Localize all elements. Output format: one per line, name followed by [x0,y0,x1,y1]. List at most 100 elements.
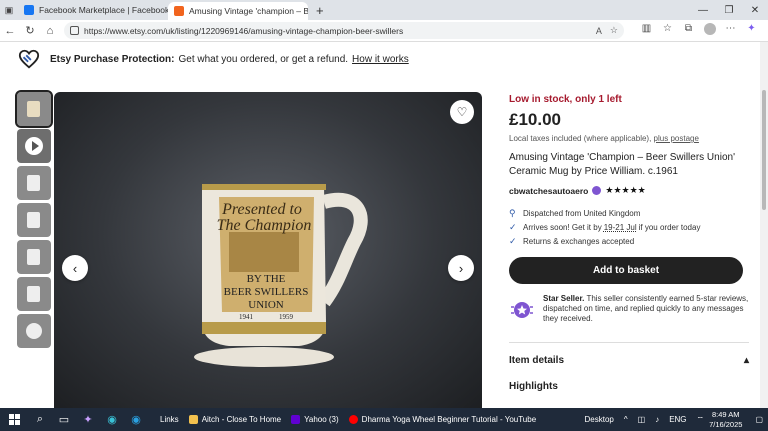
more-menu-icon[interactable]: ⋯ [720,23,741,38]
how-it-works-link[interactable]: How it works [352,54,409,65]
checkmark-icon: ✓ [509,235,517,246]
desktop-toolbar[interactable]: Desktop [585,415,614,424]
url-field[interactable]: https://www.etsy.com/uk/listing/12209691… [64,22,624,39]
thumbnail-6[interactable] [17,277,51,311]
mug-text-line5: UNION [248,299,283,311]
protection-title: Etsy Purchase Protection: [50,53,175,65]
star-seller-title: Star Seller. [543,294,585,303]
task-label: Aitch - Close To Home [201,415,282,424]
collections-icon[interactable]: ⧉ [678,23,699,38]
thumbnail-1[interactable] [15,90,53,128]
mug-year-2: 1959 [279,313,294,321]
browser-tab-bar: ▣ Facebook Marketplace | Facebook ✕ Amus… [0,0,768,20]
location-pin-icon: ⚲ [509,207,516,218]
postage-link[interactable]: plus postage [654,134,699,143]
system-tray: Desktop ^ ◫ ♪ ENG ⌔ 8:49 AM 7/16/2025 ▢ [580,410,768,430]
dispatch-row: ⚲ Dispatched from United Kingdom [509,206,749,220]
page-scrollbar[interactable] [760,42,768,408]
chevron-left-icon: ‹ [72,260,78,276]
scrollbar-thumb[interactable] [762,90,766,210]
add-to-basket-button[interactable]: Add to basket [509,257,743,284]
seller-name[interactable]: cbwatchesautoaero [509,186,588,196]
new-tab-icon[interactable]: + [308,3,332,18]
dispatch-text: Dispatched from United Kingdom [523,208,641,218]
task-label: Yahoo (3) [304,415,339,424]
minimize-icon[interactable]: — [690,5,716,16]
clock[interactable]: 8:49 AM 7/16/2025 [709,410,742,430]
address-bar: ← ↻ ⌂ https://www.etsy.com/uk/listing/12… [0,20,768,42]
heart-icon: ♡ [456,105,468,119]
arrival-date[interactable]: 19-21 Jul [604,223,637,232]
next-image-button[interactable]: › [448,255,474,281]
main-product-image: Presented to The Champion BY THE BEER SW… [54,92,482,408]
arrives-pre: Arrives soon! Get it by [523,222,602,232]
rating-stars[interactable]: ★★★★★ [605,185,645,196]
play-icon [25,137,43,155]
star-seller-info: Star Seller. This seller consistently ea… [509,294,749,324]
thumbnail-4[interactable] [17,203,51,237]
prev-image-button[interactable]: ‹ [62,255,88,281]
task-view-icon[interactable]: ▭ [52,413,76,426]
mug-year-1: 1941 [239,313,254,321]
taskbar-item-yahoo[interactable]: Yahoo (3) [291,415,339,424]
returns-text: Returns & exchanges accepted [523,236,635,246]
tab-actions-icon[interactable]: ▣ [0,5,18,16]
split-screen-icon[interactable]: ▥ [636,23,657,38]
video-thumbnail[interactable] [17,129,51,163]
star-seller-badge-icon [592,186,602,195]
tab-facebook[interactable]: Facebook Marketplace | Facebook ✕ [18,0,168,20]
start-button[interactable] [0,414,28,425]
tax-note: Local taxes included (where applicable),… [509,134,749,143]
home-icon[interactable]: ⌂ [40,25,60,37]
shipping-info: ⚲ Dispatched from United Kingdom ✓ Arriv… [509,206,749,248]
maximize-icon[interactable]: ❐ [716,5,742,16]
copilot-icon[interactable]: ✦ [741,23,762,38]
youtube-icon [348,415,358,424]
links-toolbar[interactable]: Links [160,415,179,424]
profile-avatar[interactable] [699,23,720,38]
search-icon[interactable]: ⌕ [28,413,52,426]
volume-icon[interactable]: ♪ [655,415,659,424]
seller-row: cbwatchesautoaero ★★★★★ [509,185,749,196]
refresh-icon[interactable]: ↻ [20,24,40,37]
returns-row: ✓ Returns & exchanges accepted [509,234,749,248]
mug-text-line4: BEER SWILLERS [224,286,309,298]
item-details-label: Item details [509,355,565,366]
arrives-post: if you order today [638,222,701,232]
taskbar-item-youtube[interactable]: Dharma Yoga Wheel Beginner Tutorial - Yo… [348,415,536,424]
tab-label: Amusing Vintage 'champion – Be [189,6,308,16]
facebook-favicon-icon [24,5,34,15]
read-aloud-icon[interactable]: A [596,26,602,36]
clock-date: 7/16/2025 [709,419,743,429]
favorite-star-icon[interactable]: ☆ [610,25,618,36]
back-icon[interactable]: ← [0,25,20,37]
chevron-right-icon: › [458,260,464,276]
item-details-toggle[interactable]: Item details ▴ [509,355,749,366]
network-icon[interactable]: ◫ [638,415,646,424]
close-window-icon[interactable]: ✕ [742,5,768,16]
show-hidden-icons-chevron-icon[interactable]: ^ [624,415,628,424]
star-seller-icon [511,302,533,318]
wifi-icon[interactable]: ⌔ [697,415,705,425]
listing-info: Low in stock, only 1 left £10.00 Local t… [509,94,749,392]
tab-label: Facebook Marketplace | Facebook [39,5,168,15]
taskbar-item-aitch[interactable]: Aitch - Close To Home [188,415,282,424]
copilot-taskbar-icon[interactable]: ✦ [76,413,100,426]
favorite-heart-button[interactable]: ♡ [450,100,474,124]
clock-time: 8:49 AM [711,409,740,419]
url-text: https://www.etsy.com/uk/listing/12209691… [84,25,404,36]
favorites-icon[interactable]: ☆ [657,23,678,38]
edge-active-taskbar-icon[interactable]: ◉ [124,413,148,426]
tab-etsy[interactable]: Amusing Vintage 'champion – Be ✕ [168,2,308,20]
notifications-icon[interactable]: ▢ [755,415,763,424]
language-indicator[interactable]: ENG [669,415,686,424]
edge-taskbar-icon[interactable]: ◉ [100,413,124,426]
mug-text-line1: Presented to [221,201,302,218]
thumbnail-5[interactable] [17,240,51,274]
thumbnail-7[interactable] [17,314,51,348]
chevron-up-icon: ▴ [743,355,749,366]
thumbnail-3[interactable] [17,166,51,200]
window-controls: — ❐ ✕ [690,5,768,16]
lock-icon [70,26,79,35]
star-seller-text: Star Seller. This seller consistently ea… [543,294,749,324]
